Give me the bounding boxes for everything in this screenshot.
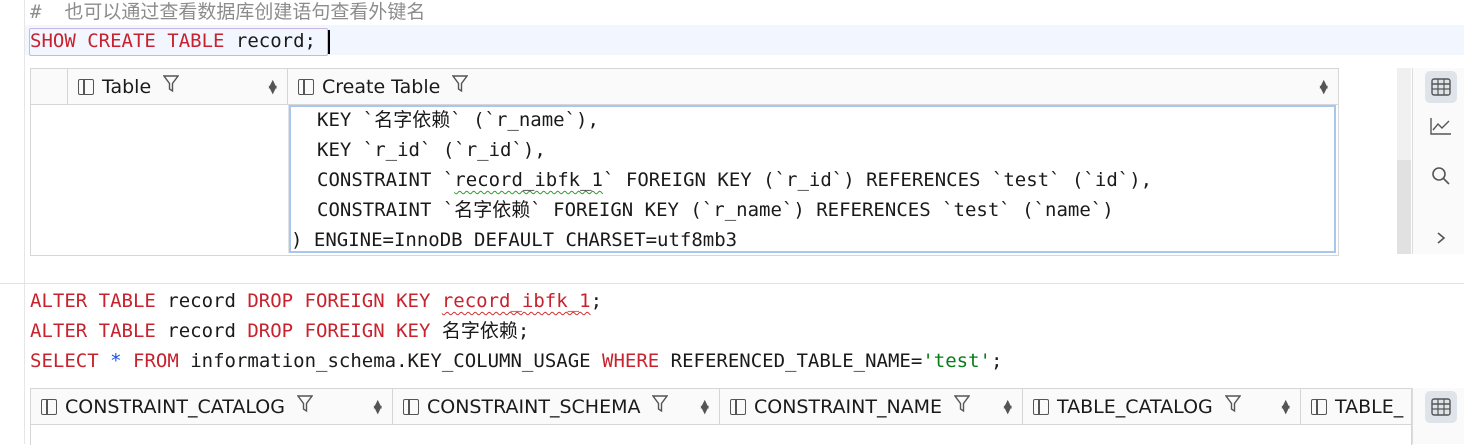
column-icon xyxy=(78,78,94,95)
value-line: KEY `r_id` (`r_id`), xyxy=(317,139,546,161)
keyword: ALTER TABLE xyxy=(30,320,156,342)
funnel-icon[interactable] xyxy=(162,75,180,98)
semicolon: ; xyxy=(517,320,530,342)
text-caret xyxy=(328,30,330,54)
funnel-icon[interactable] xyxy=(1224,395,1242,418)
column-header-label: Create Table xyxy=(322,75,441,98)
column-header-label: TABLE_ xyxy=(1335,395,1404,418)
vertical-scrollbar-thumb[interactable] xyxy=(1397,160,1411,254)
chevron-right-icon[interactable] xyxy=(1425,222,1457,254)
column-icon xyxy=(298,78,314,95)
create-table-value-cell[interactable]: KEY `名字依赖` (`r_name`), KEY `r_id` (`r_id… xyxy=(289,105,1336,253)
funnel-icon[interactable] xyxy=(451,75,469,98)
chart-icon[interactable] xyxy=(1425,110,1457,142)
identifier: information_schema.KEY_COLUMN_USAGE xyxy=(178,350,603,372)
row-number-header xyxy=(31,69,68,105)
column-header-label: CONSTRAINT_CATALOG xyxy=(65,395,285,418)
semicolon: ; xyxy=(990,350,1003,372)
show-create-statement[interactable]: SHOW CREATE TABLE record; xyxy=(30,26,316,56)
semicolon: ; xyxy=(304,30,316,52)
column-icon xyxy=(41,398,57,415)
sort-arrows-icon[interactable]: ▲ ▼ xyxy=(1320,78,1328,95)
result-grid-key-column-usage[interactable]: CONSTRAINT_CATALOG ▲ ▼ CONSTRAINT_SCHEMA … xyxy=(30,388,1412,445)
string-literal: 'test' xyxy=(922,350,991,372)
value-text: ` FOREIGN KEY (`r_id`) REFERENCES `test`… xyxy=(603,169,1153,191)
table-view-icon[interactable] xyxy=(1425,391,1457,423)
sql-comment: # 也可以通过查看数据库创建语句查看外键名 xyxy=(30,1,426,23)
column-header-label: CONSTRAINT_SCHEMA xyxy=(427,395,641,418)
unresolved-identifier: record_ibfk_1 xyxy=(441,290,591,312)
column-header-label: TABLE_CATALOG xyxy=(1057,395,1213,418)
value-line: KEY `名字依赖` (`r_name`), xyxy=(317,109,599,131)
sort-arrows-icon[interactable]: ▲ ▼ xyxy=(1282,398,1290,415)
funnel-icon[interactable] xyxy=(953,395,971,418)
column-header-constraint-name[interactable]: CONSTRAINT_NAME ▲ ▼ xyxy=(720,389,1023,425)
semicolon: ; xyxy=(590,290,603,312)
asterisk: * xyxy=(110,350,122,372)
value-line: CONSTRAINT `record_ibfk_1` FOREIGN KEY (… xyxy=(317,165,1152,195)
funnel-icon[interactable] xyxy=(652,395,669,418)
identifier: record xyxy=(224,30,305,52)
sort-arrows-icon[interactable]: ▲ ▼ xyxy=(701,398,709,415)
keyword: DROP FOREIGN KEY xyxy=(247,320,431,342)
table-view-icon[interactable] xyxy=(1425,71,1457,103)
column-header-create-table[interactable]: Create Table ▲ ▼ xyxy=(288,69,1338,105)
value-line: ) ENGINE=InnoDB DEFAULT CHARSET=utf8mb3 xyxy=(291,229,738,251)
select-statement[interactable]: SELECT * FROM information_schema.KEY_COL… xyxy=(30,346,1002,376)
value-text: CONSTRAINT ` xyxy=(317,169,455,191)
result-side-toolbar xyxy=(1412,388,1464,444)
search-icon[interactable] xyxy=(1425,160,1457,192)
alter-statement-1[interactable]: ALTER TABLE record DROP FOREIGN KEY reco… xyxy=(30,286,602,316)
column-header-constraint-catalog[interactable]: CONSTRAINT_CATALOG ▲ ▼ xyxy=(31,389,393,425)
table-cell[interactable] xyxy=(68,105,289,253)
value-line: CONSTRAINT `名字依赖` FOREIGN KEY (`r_name`)… xyxy=(317,199,1114,221)
result-grid-create-table[interactable]: Table ▲ ▼ Create Table ▲ ▼ KEY `名字依赖` (`r_… xyxy=(30,68,1339,256)
keyword: FROM xyxy=(133,350,179,372)
column-icon xyxy=(1033,398,1049,415)
keyword: ALTER TABLE xyxy=(30,290,156,312)
column-header-constraint-schema[interactable]: CONSTRAINT_SCHEMA ▲ ▼ xyxy=(393,389,720,425)
column-header-label: Table xyxy=(102,75,152,98)
result-side-toolbar xyxy=(1412,68,1464,254)
identifier: record xyxy=(155,320,248,342)
editor-gutter xyxy=(24,0,25,444)
sort-arrows-icon[interactable]: ▲ ▼ xyxy=(1004,398,1012,415)
divider xyxy=(0,283,1464,284)
condition: REFERENCED_TABLE_NAME= xyxy=(659,350,923,372)
sort-arrows-icon[interactable]: ▲ ▼ xyxy=(269,78,277,95)
column-icon xyxy=(403,398,419,415)
row-number-cell xyxy=(31,105,69,253)
keyword: WHERE xyxy=(602,350,660,372)
keyword: SELECT xyxy=(30,350,99,372)
column-header-label: CONSTRAINT_NAME xyxy=(754,395,943,418)
identifier: 名字依赖 xyxy=(441,320,518,342)
column-header-table[interactable]: Table ▲ ▼ xyxy=(68,69,288,105)
column-icon xyxy=(730,398,746,415)
spelling-marked-text: record_ibfk_1 xyxy=(454,169,603,191)
column-icon xyxy=(1311,398,1327,415)
identifier: record xyxy=(155,290,248,312)
column-header-table-catalog[interactable]: TABLE_CATALOG ▲ ▼ xyxy=(1023,389,1301,425)
funnel-icon[interactable] xyxy=(296,395,314,418)
alter-statement-2[interactable]: ALTER TABLE record DROP FOREIGN KEY 名字依赖… xyxy=(30,316,529,346)
sort-arrows-icon[interactable]: ▲ ▼ xyxy=(374,398,382,415)
keyword: DROP FOREIGN KEY xyxy=(247,290,431,312)
keyword: SHOW CREATE TABLE xyxy=(30,30,225,52)
column-header-table-partial[interactable]: TABLE_ xyxy=(1301,389,1411,425)
